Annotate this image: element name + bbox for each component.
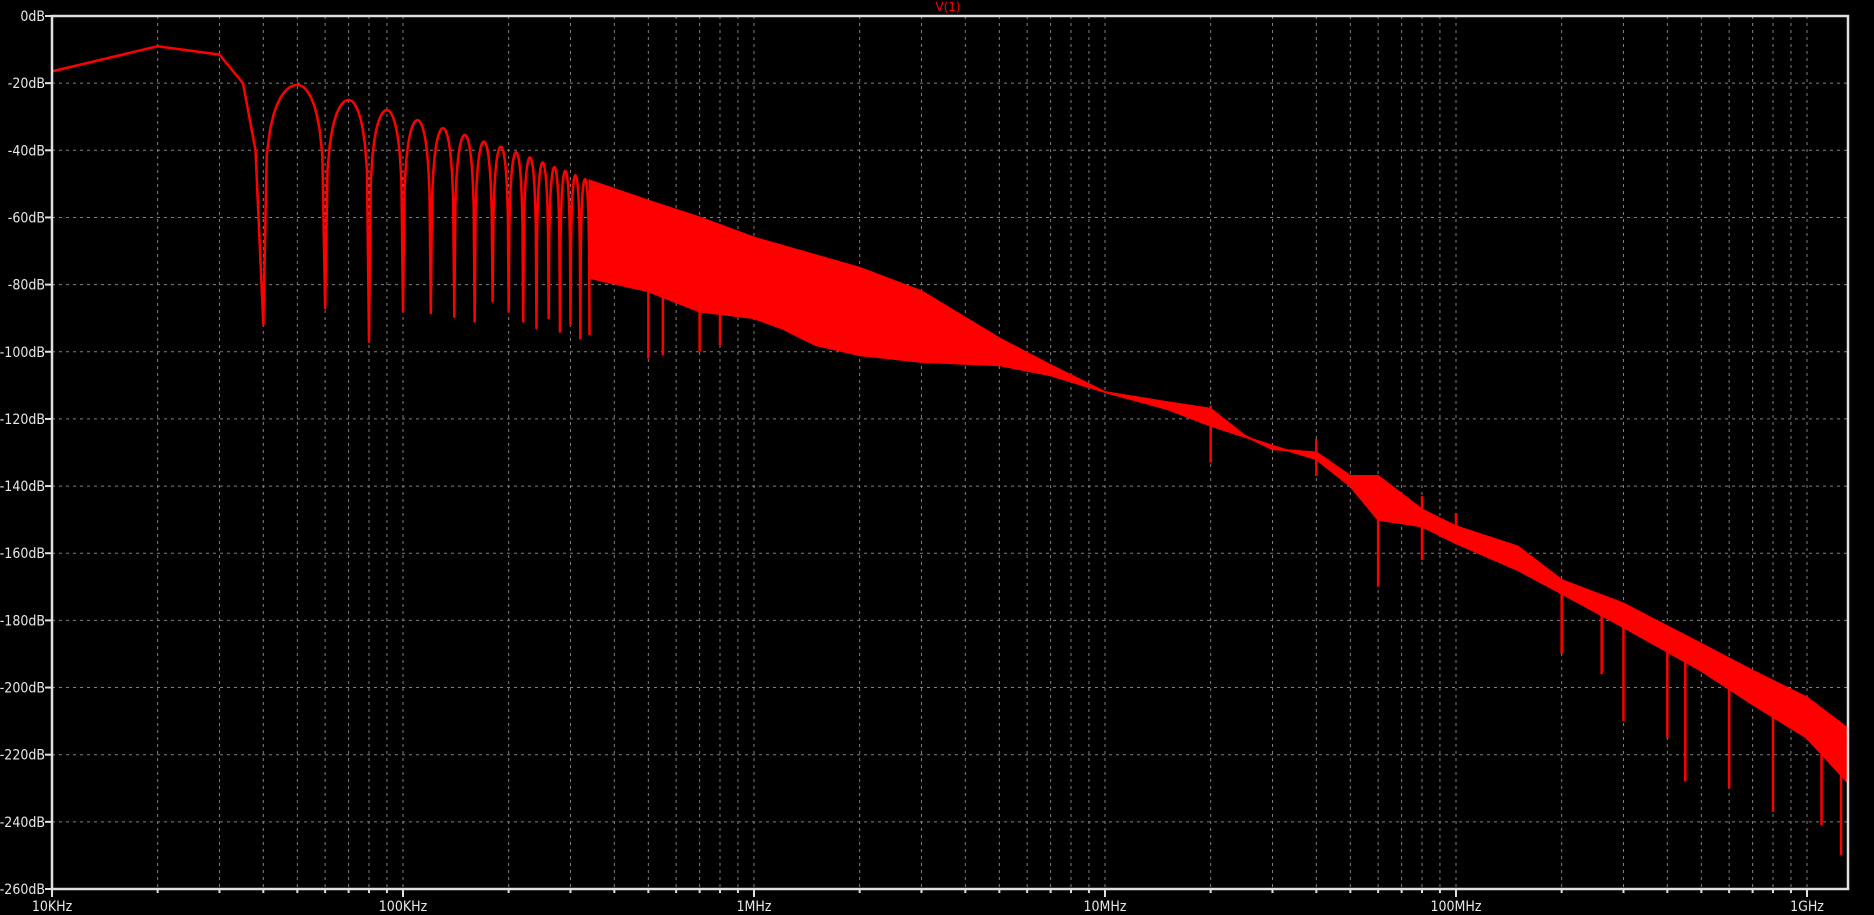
trace-title[interactable]: V(1) xyxy=(935,0,960,14)
y-tick-label: -60dB xyxy=(8,210,45,226)
y-tick-label: -120dB xyxy=(0,412,45,428)
y-tick-label: -80dB xyxy=(8,278,45,294)
x-tick-label: 100MHz xyxy=(1431,899,1482,915)
x-tick-label: 1MHz xyxy=(737,899,772,915)
x-tick-label: 10MHz xyxy=(1084,899,1127,915)
y-tick-label: -220dB xyxy=(0,748,45,764)
x-tick-label: 100KHz xyxy=(379,899,428,915)
y-tick-label: -40dB xyxy=(8,143,45,159)
y-tick-label: 0dB xyxy=(20,9,45,25)
y-tick-label: -260dB xyxy=(0,882,45,898)
y-tick-label: -240dB xyxy=(0,815,45,831)
y-tick-label: -140dB xyxy=(0,479,45,495)
y-tick-label: -200dB xyxy=(0,681,45,697)
y-tick-label: -100dB xyxy=(0,345,45,361)
y-tick-label: -20dB xyxy=(8,76,45,92)
bode-plot[interactable]: 0dB -20dB -40dB -60dB -80dB -100dB -120dB -140d… xyxy=(0,0,1874,915)
x-tick-label: 1GHz xyxy=(1790,899,1824,915)
plot-background xyxy=(0,0,1874,915)
y-tick-label: -160dB xyxy=(0,546,45,562)
x-tick-label: 10KHz xyxy=(32,899,73,915)
y-tick-label: -180dB xyxy=(0,613,45,629)
